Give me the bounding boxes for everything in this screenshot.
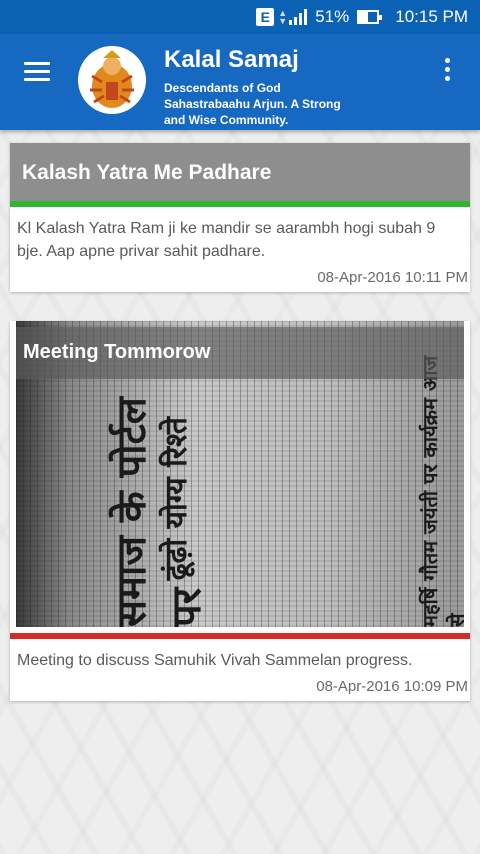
- post-body: Meeting to discuss Samuhik Vivah Sammela…: [17, 652, 413, 669]
- post-image[interactable]: समाज के पोर्टल पर ढूंढ़ो योग्य रिश्ते मह…: [16, 321, 464, 627]
- post-date: 08-Apr-2016 10:11 PM: [317, 269, 468, 286]
- post-header: Meeting Tommorow: [16, 327, 464, 379]
- more-vert-icon[interactable]: [442, 58, 452, 88]
- battery-percent: 51%: [315, 7, 350, 26]
- app-bar: Kalal Samaj Descendants of God Sahastrab…: [0, 34, 480, 130]
- post-title: Meeting Tommorow: [23, 341, 211, 363]
- app-logo: [78, 46, 146, 114]
- post-header: Kalash Yatra Me Padhare: [10, 143, 470, 201]
- image-headline: ढूंढ़ो योग्य रिश्ते: [159, 417, 194, 581]
- data-activity-icon: ▲ ▼: [278, 8, 288, 26]
- post-card[interactable]: समाज के पोर्टल पर ढूंढ़ो योग्य रिश्ते मह…: [10, 321, 470, 701]
- image-headline: महर्षि गौतम जयंती पर कार्यक्रम आज से: [418, 356, 464, 627]
- app-title: Kalal Samaj: [164, 46, 299, 73]
- app-subtitle: Descendants of God Sahastrabaahu Arjun. …: [164, 81, 341, 127]
- post-title: Kalash Yatra Me Padhare: [22, 161, 272, 184]
- status-bar: E ▲ ▼ 51% 10:15 PM: [0, 0, 480, 34]
- network-type-icon: E: [256, 8, 275, 26]
- hamburger-menu-icon[interactable]: [24, 62, 50, 82]
- clock: 10:15 PM: [395, 7, 468, 26]
- signal-icon: [289, 9, 309, 25]
- deity-logo-icon: [79, 47, 145, 113]
- post-date: 08-Apr-2016 10:09 PM: [316, 678, 468, 695]
- battery-icon: [357, 10, 383, 24]
- battery-level: [359, 12, 369, 22]
- post-card[interactable]: Kalash Yatra Me Padhare Kl Kalash Yatra …: [10, 143, 470, 292]
- post-body: Kl Kalash Yatra Ram ji ke mandir se aara…: [17, 220, 436, 260]
